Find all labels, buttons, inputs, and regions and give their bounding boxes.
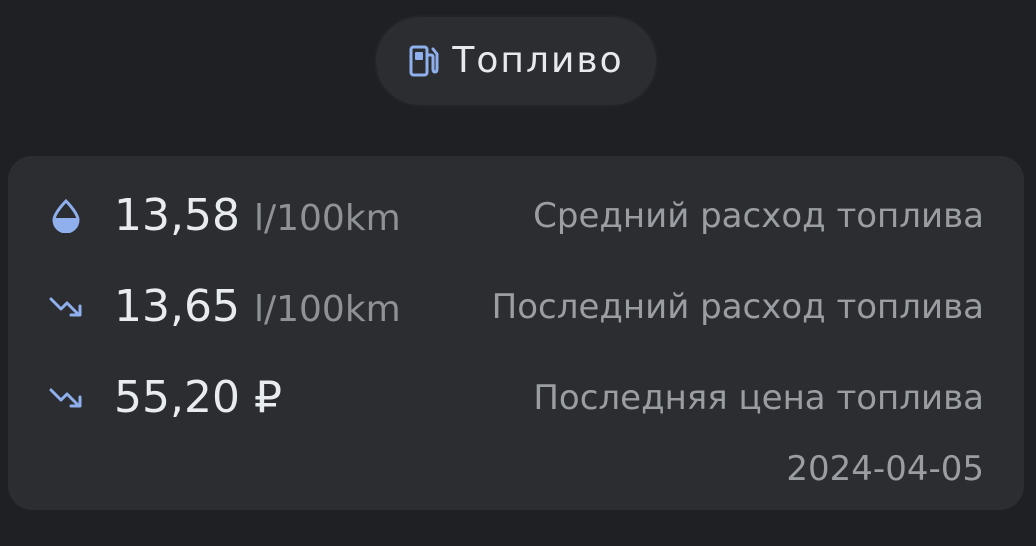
metric-value-group: 13,65 l/100km (114, 285, 401, 329)
currency-symbol: ₽ (253, 372, 282, 423)
fuel-chip-button[interactable]: Топливо (374, 15, 658, 107)
metric-label: Последняя цена топлива (533, 378, 984, 418)
metric-value: 13,65 (114, 281, 240, 332)
updated-date: 2024-04-05 (786, 449, 984, 489)
metric-value: 55,20 (114, 372, 240, 423)
water-drop-icon (48, 198, 84, 234)
metric-unit: l/100km (253, 198, 401, 239)
metric-label: Последний расход топлива (491, 287, 984, 327)
metric-value-group: 55,20 ₽ (114, 376, 282, 420)
trending-down-icon (48, 380, 84, 416)
metric-value: 13,58 (114, 190, 240, 241)
metric-unit: l/100km (253, 289, 401, 330)
metric-value-group: 13,58 l/100km (114, 194, 401, 238)
trending-down-icon (48, 289, 84, 325)
fuel-stats-card: 13,58 l/100km Средний расход топлива 13,… (8, 156, 1024, 510)
metric-row-last-consumption: 13,65 l/100km Последний расход топлива (8, 277, 1024, 337)
metric-row-average: 13,58 l/100km Средний расход топлива (8, 186, 1024, 246)
metric-row-last-price: 55,20 ₽ Последняя цена топлива (8, 368, 1024, 428)
fuel-pump-icon (408, 44, 440, 78)
chip-title: Топливо (452, 40, 624, 81)
fuel-page: Топливо 13,58 l/100km Средний расход топ… (0, 0, 1036, 546)
metric-label: Средний расход топлива (533, 196, 984, 236)
